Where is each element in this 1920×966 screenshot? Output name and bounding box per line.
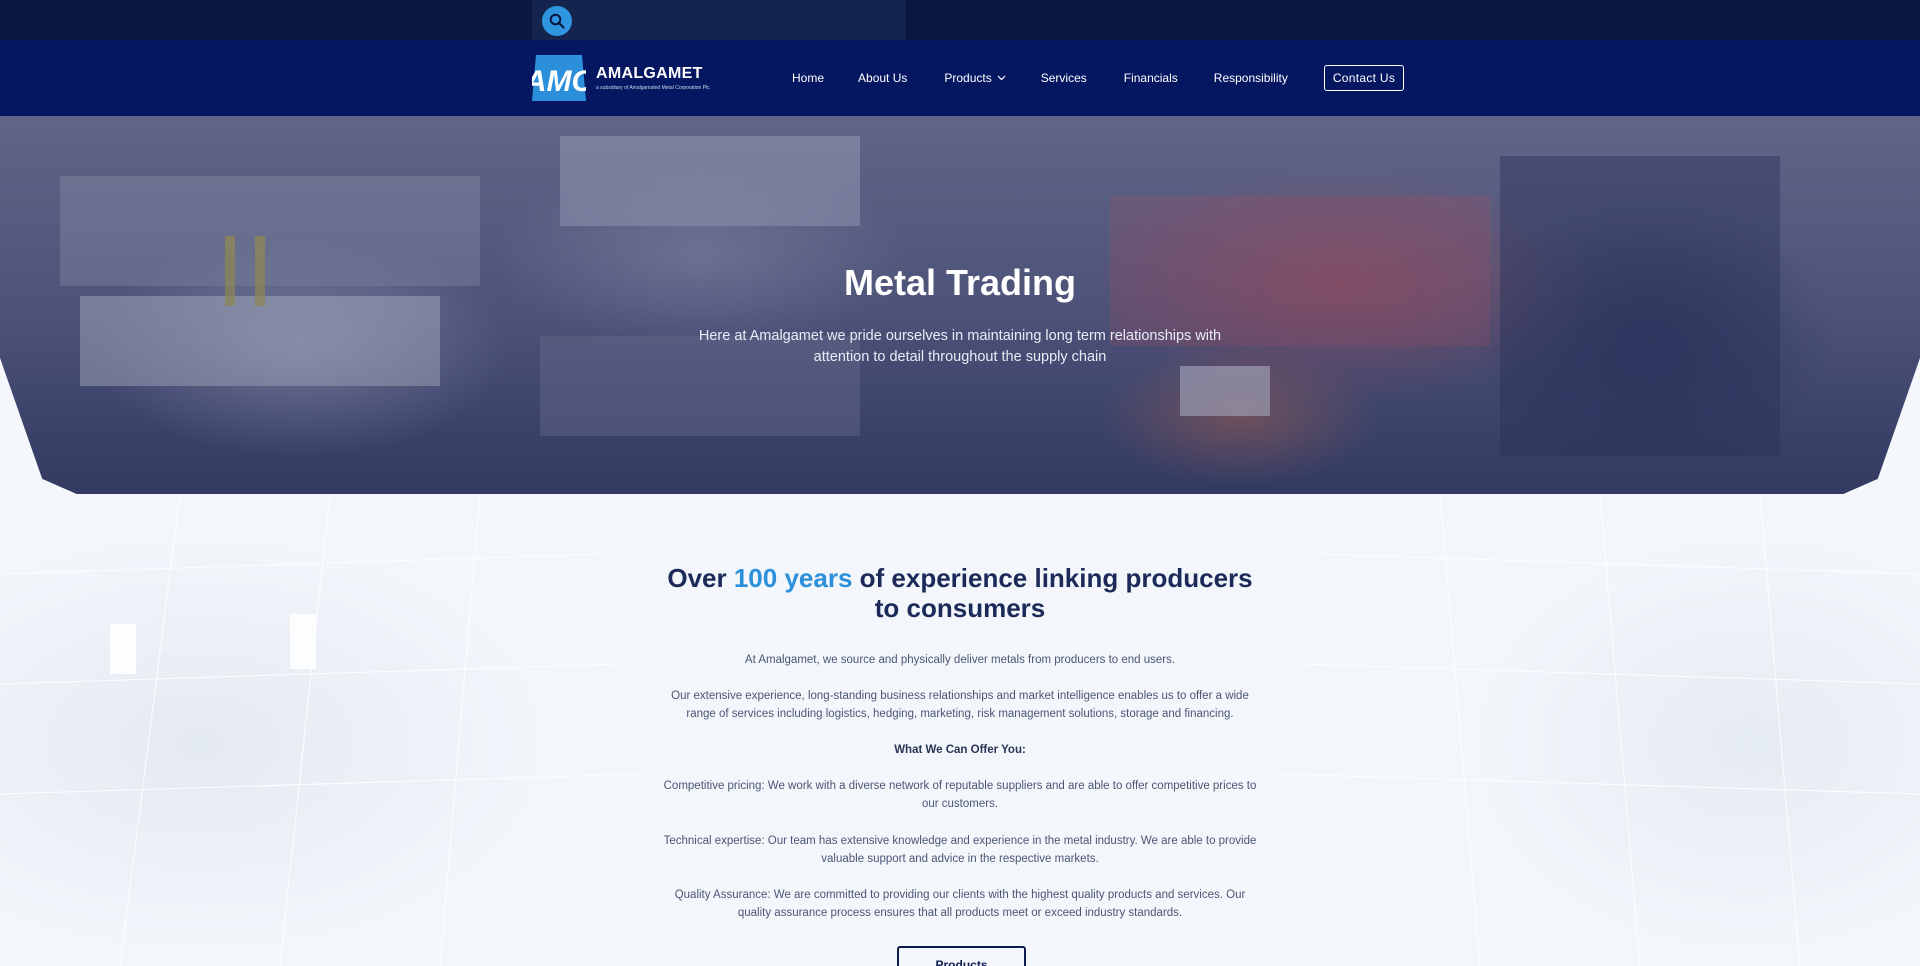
chevron-down-icon — [997, 75, 1006, 81]
contact-us-button[interactable]: Contact Us — [1323, 65, 1405, 91]
hero-title: Metal Trading — [843, 262, 1077, 303]
nav-item-products-label: Products — [944, 71, 992, 85]
intro-headline-accent: 100 years — [733, 563, 853, 593]
logo-text: AMALGAMET a subsidiary of Amalgamated Me… — [596, 65, 710, 91]
hero-overlay — [0, 116, 1920, 494]
offer-quality-assurance: Quality Assurance: We are committed to p… — [674, 889, 1246, 919]
nav-item-financials[interactable]: Financials — [1124, 71, 1178, 85]
logo[interactable]: AMC AMALGAMET a subsidiary of Amalgamate… — [524, 55, 710, 101]
brand-name: AMALGAMET — [596, 65, 703, 82]
nav-item-services[interactable]: Services — [1041, 71, 1087, 85]
hero-banner: Metal Trading Here at Amalgamet we pride… — [0, 116, 1920, 494]
search-button[interactable] — [542, 6, 572, 36]
intro-headline: Over 100 years of experience linking pro… — [660, 563, 1260, 623]
offer-competitive-pricing: Competitive pricing: We work with a dive… — [663, 780, 1257, 810]
nav-item-about-us[interactable]: About Us — [858, 71, 907, 85]
hero-subtitle: Here at Amalgamet we pride ourselves in … — [698, 328, 1222, 365]
search-icon — [549, 13, 565, 29]
logo-mark-text: AMC — [532, 65, 586, 98]
nav-item-responsibility[interactable]: Responsibility — [1214, 71, 1288, 85]
main-navbar: AMC AMALGAMET a subsidiary of Amalgamate… — [0, 40, 1920, 116]
nav-item-home[interactable]: Home — [792, 71, 824, 85]
intro-paragraph-1: At Amalgamet, we source and physically d… — [744, 654, 1176, 666]
logo-mark: AMC — [524, 55, 594, 101]
intro-paragraph-2: Our extensive experience, long-standing … — [671, 690, 1249, 720]
products-button[interactable]: Products — [897, 946, 1026, 966]
offer-technical-expertise: Technical expertise: Our team has extens… — [663, 835, 1257, 865]
top-bar — [0, 0, 1920, 40]
intro-headline-pre: Over — [667, 563, 734, 593]
nav-menu: Home About Us Products Services Financia… — [792, 40, 1405, 116]
brand-tagline: a subsidiary of Amalgamated Metal Corpor… — [596, 85, 710, 91]
offer-heading: What We Can Offer You: — [894, 744, 1026, 756]
nav-item-products[interactable]: Products — [944, 71, 1006, 85]
intro-headline-post: of experience linking producers to consu… — [852, 563, 1253, 623]
search-box[interactable] — [532, 0, 906, 40]
